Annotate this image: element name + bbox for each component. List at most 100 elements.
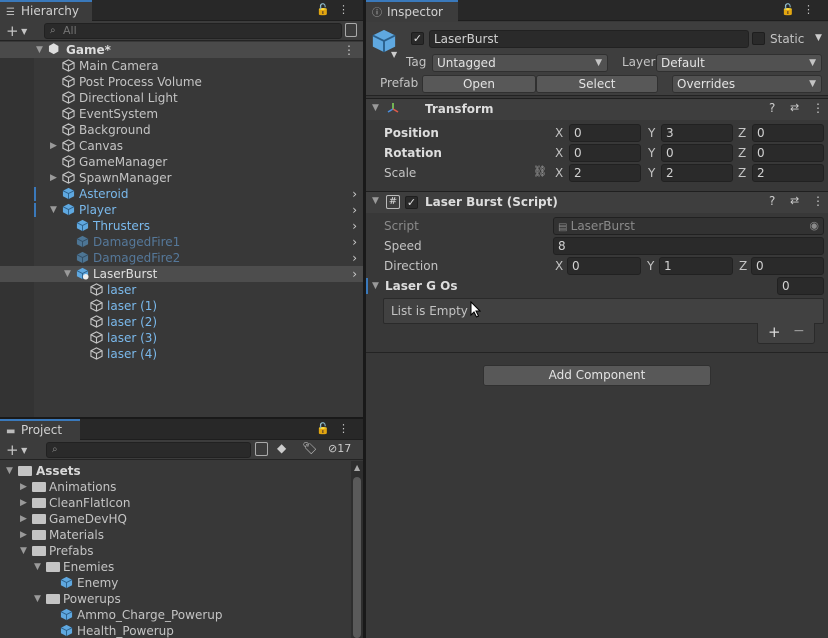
chevron-right-icon[interactable]: › bbox=[352, 266, 357, 282]
tab-inspector[interactable]: ⓘ Inspector bbox=[366, 0, 458, 22]
hierarchy-item-canvas[interactable]: ▶ Canvas bbox=[0, 138, 363, 154]
hierarchy-item-damagedfire2[interactable]: DamagedFire2 › bbox=[0, 250, 363, 266]
direction-x-field[interactable]: 0 bbox=[567, 257, 641, 275]
project-item-materials[interactable]: ▶ Materials bbox=[0, 527, 363, 543]
expand-arrow-icon[interactable]: ▶ bbox=[50, 138, 60, 154]
static-dropdown-icon[interactable]: ▼ bbox=[815, 33, 822, 43]
hierarchy-item-laserburst[interactable]: ▼ LaserBurst › bbox=[0, 266, 363, 282]
hierarchy-item-spawnmanager[interactable]: ▶ SpawnManager bbox=[0, 170, 363, 186]
prefab-open-button[interactable]: Open bbox=[422, 75, 536, 93]
expand-arrow-icon[interactable]: ▶ bbox=[20, 511, 30, 527]
project-item-prefabs[interactable]: ▼ Prefabs bbox=[0, 543, 363, 559]
hierarchy-item-laser-2[interactable]: laser (2) bbox=[0, 314, 363, 330]
tab-hierarchy[interactable]: ☰ Hierarchy bbox=[0, 0, 92, 22]
expand-arrow-icon[interactable]: ▼ bbox=[34, 591, 44, 607]
list-add-button[interactable]: + bbox=[768, 323, 781, 341]
more-icon[interactable]: ⋮ bbox=[338, 3, 357, 16]
object-picker-icon[interactable]: ◉ bbox=[809, 218, 819, 234]
component-more-icon[interactable]: ⋮ bbox=[812, 101, 824, 115]
hierarchy-item-asteroid[interactable]: Asteroid › bbox=[0, 186, 363, 202]
hierarchy-item-background[interactable]: Background bbox=[0, 122, 363, 138]
active-checkbox[interactable]: ✓ bbox=[411, 32, 424, 45]
direction-z-field[interactable]: 0 bbox=[751, 257, 824, 275]
expand-arrow-icon[interactable]: ▼ bbox=[34, 559, 44, 575]
list-remove-button[interactable]: − bbox=[793, 323, 805, 339]
search-filter-icon[interactable] bbox=[255, 442, 268, 456]
presets-icon[interactable]: ⇄ bbox=[790, 101, 799, 114]
hierarchy-item-post-process-volume[interactable]: Post Process Volume bbox=[0, 74, 363, 90]
project-item-ammo-charge-powerup[interactable]: Ammo_Charge_Powerup bbox=[0, 607, 363, 623]
hierarchy-item-thrusters[interactable]: Thrusters › bbox=[0, 218, 363, 234]
project-search-input[interactable]: ⌕ bbox=[46, 442, 251, 458]
scale-z-field[interactable]: 2 bbox=[752, 164, 824, 182]
chevron-right-icon[interactable]: › bbox=[352, 186, 357, 202]
hierarchy-item-directional-light[interactable]: Directional Light bbox=[0, 90, 363, 106]
direction-y-field[interactable]: 1 bbox=[659, 257, 733, 275]
create-plus-dropdown[interactable]: + ▼ bbox=[6, 441, 27, 459]
expand-arrow-icon[interactable]: ▶ bbox=[20, 479, 30, 495]
expand-arrow-icon[interactable]: ▶ bbox=[20, 495, 30, 511]
hierarchy-item-laser-4[interactable]: laser (4) bbox=[0, 346, 363, 362]
prefab-overrides-dropdown[interactable]: Overrides ▼ bbox=[672, 75, 822, 93]
component-more-icon[interactable]: ⋮ bbox=[812, 194, 824, 208]
expand-arrow-icon[interactable]: ▼ bbox=[36, 42, 46, 58]
chevron-right-icon[interactable]: › bbox=[352, 202, 357, 218]
hierarchy-item-main-camera[interactable]: Main Camera bbox=[0, 58, 363, 74]
icon-dropdown-arrow-icon[interactable]: ▼ bbox=[391, 50, 397, 59]
script-enabled-checkbox[interactable]: ✓ bbox=[405, 196, 418, 209]
hierarchy-item-gamemanager[interactable]: GameManager bbox=[0, 154, 363, 170]
expand-arrow-icon[interactable]: ▼ bbox=[64, 266, 74, 282]
help-icon[interactable]: ? bbox=[769, 101, 775, 115]
project-item-gamedevhq[interactable]: ▶ GameDevHQ bbox=[0, 511, 363, 527]
list-size-field[interactable]: 0 bbox=[777, 277, 824, 295]
rotation-z-field[interactable]: 0 bbox=[752, 144, 824, 162]
hierarchy-item-laser[interactable]: laser bbox=[0, 282, 363, 298]
transform-header[interactable]: ▼ Transform ? ⇄ ⋮ bbox=[366, 98, 828, 120]
hierarchy-item-damagedfire1[interactable]: DamagedFire1 › bbox=[0, 234, 363, 250]
collapse-arrow-icon[interactable]: ▼ bbox=[372, 196, 382, 206]
layer-dropdown[interactable]: Default ▼ bbox=[656, 54, 822, 72]
project-item-enemies[interactable]: ▼ Enemies bbox=[0, 559, 363, 575]
hidden-packages-icon[interactable]: ⊘17 bbox=[328, 442, 351, 455]
constrain-proportions-link-icon[interactable]: ⛓ bbox=[533, 165, 547, 178]
project-item-powerups[interactable]: ▼ Powerups bbox=[0, 591, 363, 607]
lock-icon[interactable]: 🔓 bbox=[316, 3, 338, 16]
rotation-y-field[interactable]: 0 bbox=[661, 144, 733, 162]
lock-icon[interactable]: 🔓 bbox=[781, 3, 803, 16]
project-item-animations[interactable]: ▶ Animations bbox=[0, 479, 363, 495]
tab-project[interactable]: ▬ Project bbox=[0, 419, 80, 441]
chevron-right-icon[interactable]: › bbox=[352, 234, 357, 250]
expand-arrow-icon[interactable]: ▶ bbox=[50, 170, 60, 186]
scene-more-icon[interactable]: ⋮ bbox=[343, 42, 355, 58]
project-item-enemy[interactable]: Enemy bbox=[0, 575, 363, 591]
laser-burst-script-header[interactable]: ▼ # ✓ Laser Burst (Script) ? ⇄ ⋮ bbox=[366, 191, 828, 213]
more-icon[interactable]: ⋮ bbox=[803, 3, 822, 16]
label-filter-icon[interactable]: 🏷 bbox=[302, 441, 317, 455]
hierarchy-item-eventsystem[interactable]: EventSystem bbox=[0, 106, 363, 122]
collapse-arrow-icon[interactable]: ▼ bbox=[372, 103, 382, 113]
search-type-icon[interactable] bbox=[345, 23, 357, 37]
prefab-select-button[interactable]: Select bbox=[536, 75, 658, 93]
presets-icon[interactable]: ⇄ bbox=[790, 194, 799, 207]
prefab-large-cube-icon[interactable]: ▼ bbox=[371, 28, 397, 59]
add-component-button[interactable]: Add Component bbox=[483, 365, 711, 386]
scale-y-field[interactable]: 2 bbox=[661, 164, 733, 182]
help-icon[interactable]: ? bbox=[769, 194, 775, 208]
project-item-cleanflaticon[interactable]: ▶ CleanFlatIcon bbox=[0, 495, 363, 511]
more-icon[interactable]: ⋮ bbox=[338, 422, 357, 435]
scene-row[interactable]: ▼ ⬢ Game* ⋮ bbox=[0, 42, 363, 58]
type-filter-icon[interactable]: ◆ bbox=[277, 441, 286, 455]
lock-icon[interactable]: 🔓 bbox=[316, 422, 338, 435]
expand-arrow-icon[interactable]: ▼ bbox=[20, 543, 30, 559]
position-x-field[interactable]: 0 bbox=[569, 124, 641, 142]
expand-arrow-icon[interactable]: ▼ bbox=[6, 463, 16, 479]
project-item-health-powerup[interactable]: Health_Powerup bbox=[0, 623, 363, 638]
static-checkbox[interactable] bbox=[752, 32, 765, 45]
hierarchy-item-player[interactable]: ▼ Player › bbox=[0, 202, 363, 218]
hierarchy-item-laser-1[interactable]: laser (1) bbox=[0, 298, 363, 314]
project-item-assets[interactable]: ▼ Assets bbox=[0, 463, 363, 479]
hierarchy-item-laser-3[interactable]: laser (3) bbox=[0, 330, 363, 346]
rotation-x-field[interactable]: 0 bbox=[569, 144, 641, 162]
position-z-field[interactable]: 0 bbox=[752, 124, 824, 142]
expand-arrow-icon[interactable]: ▼ bbox=[50, 202, 60, 218]
